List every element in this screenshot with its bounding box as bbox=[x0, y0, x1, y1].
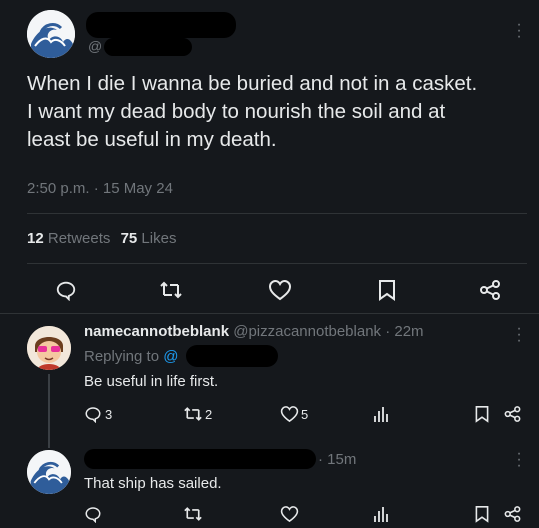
redacted-handle bbox=[104, 38, 192, 56]
reply-icon[interactable] bbox=[55, 279, 77, 301]
wave-avatar-image bbox=[27, 450, 71, 494]
replying-to-label: Replying to bbox=[84, 348, 160, 365]
likes-count: 75 bbox=[120, 230, 138, 247]
engagement-stats: 12 Retweets 75 Likes bbox=[27, 230, 176, 247]
retweet-count: 2 bbox=[205, 406, 213, 422]
retweets-stat[interactable]: 12 Retweets bbox=[27, 230, 115, 247]
share-icon[interactable] bbox=[503, 405, 522, 423]
heart-icon[interactable] bbox=[280, 505, 299, 523]
likes-label: Likes bbox=[141, 230, 177, 247]
reply1-text: Be useful in life first. bbox=[84, 373, 219, 390]
retweet-icon[interactable] bbox=[183, 505, 203, 523]
replying-to: Replying to @ bbox=[84, 348, 178, 365]
thread-line bbox=[48, 374, 50, 448]
retweet-icon bbox=[183, 405, 203, 423]
divider bbox=[27, 213, 527, 214]
avatar-reply1[interactable] bbox=[27, 326, 71, 370]
retweet-action[interactable]: 2 bbox=[183, 405, 212, 423]
avatar-reply2[interactable] bbox=[27, 450, 71, 494]
tweet-text-line: When I die I wanna be buried and not in … bbox=[27, 72, 478, 95]
redacted-display-name bbox=[86, 12, 236, 38]
reply1-display-name[interactable]: namecannotbeblank bbox=[84, 323, 229, 340]
divider bbox=[0, 313, 539, 314]
views-icon[interactable] bbox=[373, 505, 389, 523]
more-icon[interactable]: · · · bbox=[516, 446, 522, 474]
tweet-text: When I die I wanna be buried and not in … bbox=[27, 70, 537, 154]
retweets-count: 12 bbox=[27, 230, 44, 247]
main-handle-prefix: @ bbox=[88, 38, 103, 54]
tweet-text-line: I want my dead body to nourish the soil … bbox=[27, 100, 446, 123]
wave-avatar-image bbox=[27, 10, 75, 58]
reply1-header: namecannotbeblank @pizzacannotbeblank · … bbox=[84, 323, 424, 340]
likes-stat[interactable]: 75 Likes bbox=[121, 230, 177, 247]
avatar-main[interactable] bbox=[27, 10, 75, 58]
reply-count: 3 bbox=[105, 406, 113, 422]
retweet-icon[interactable] bbox=[159, 279, 183, 301]
replying-to-handle[interactable]: @ bbox=[163, 348, 178, 365]
reply1-handle-time[interactable]: @pizzacannotbeblank · 22m bbox=[233, 323, 423, 340]
bookmark-icon[interactable] bbox=[474, 405, 490, 423]
heart-icon[interactable] bbox=[268, 279, 292, 301]
views-icon[interactable] bbox=[373, 405, 389, 423]
cartoon-avatar-image bbox=[27, 326, 71, 370]
reply-icon bbox=[84, 405, 102, 423]
like-action[interactable]: 5 bbox=[280, 405, 308, 423]
share-icon[interactable] bbox=[478, 279, 502, 301]
more-icon[interactable]: · · · bbox=[516, 17, 522, 45]
retweets-label: Retweets bbox=[47, 230, 111, 247]
reply2-time[interactable]: · 15m bbox=[318, 451, 356, 468]
reply-icon[interactable] bbox=[84, 505, 102, 523]
reply-action[interactable]: 3 bbox=[84, 405, 112, 423]
bookmark-icon[interactable] bbox=[377, 279, 397, 301]
redacted-reply2-name bbox=[84, 449, 316, 469]
divider bbox=[27, 263, 527, 264]
tweet-text-line: least be useful in my death. bbox=[27, 128, 277, 151]
reply2-text: That ship has sailed. bbox=[84, 475, 222, 492]
heart-icon bbox=[280, 405, 299, 423]
redacted-replying-handle bbox=[186, 345, 278, 367]
bookmark-icon[interactable] bbox=[474, 505, 490, 523]
like-count: 5 bbox=[301, 406, 309, 422]
share-icon[interactable] bbox=[503, 505, 522, 523]
tweet-timestamp[interactable]: 2:50 p.m. · 15 May 24 bbox=[27, 180, 173, 197]
more-icon[interactable]: · · · bbox=[516, 321, 522, 349]
